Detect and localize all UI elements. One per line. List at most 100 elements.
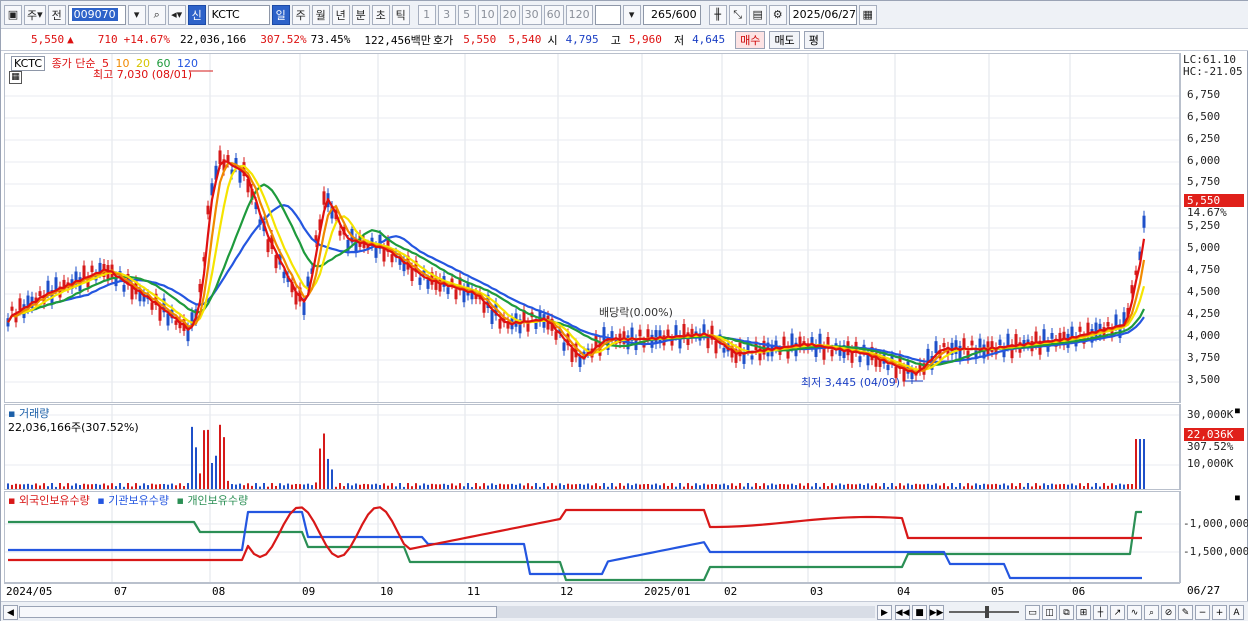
- candle-body: [498, 318, 502, 329]
- trend-icon[interactable]: ↗: [1110, 605, 1125, 620]
- window-icon[interactable]: ⧉: [1059, 605, 1074, 620]
- interval-5[interactable]: 5: [457, 4, 476, 25]
- volume-bar: [259, 486, 261, 489]
- indicator-icon[interactable]: ⤡: [728, 4, 747, 25]
- scroll-right-icon[interactable]: ▶: [877, 605, 892, 620]
- period-select[interactable]: 주 ▾: [24, 4, 46, 25]
- code-dropdown-icon[interactable]: ▾: [127, 4, 146, 25]
- volume-bar: [999, 484, 1001, 489]
- zoom-out-icon[interactable]: −: [1195, 605, 1210, 620]
- holdings-legend: ▪ 외국인보유수량 ▪ 기관보유수량 ▪ 개인보유수량: [8, 492, 248, 508]
- current-price: 5,550: [31, 33, 65, 46]
- interval-120[interactable]: 120: [565, 4, 593, 25]
- volume-bar: [707, 484, 709, 489]
- interval-60[interactable]: 60: [543, 4, 564, 25]
- draw-icon[interactable]: ∿: [1127, 605, 1142, 620]
- candle-body: [266, 239, 270, 253]
- volume-bar: [387, 485, 389, 489]
- ma-20-line: [7, 164, 1146, 372]
- rewind-icon[interactable]: ◀◀: [895, 605, 910, 620]
- zoom-in-icon[interactable]: +: [1212, 605, 1227, 620]
- tab-week[interactable]: 주: [291, 4, 310, 25]
- magnify-icon[interactable]: ⌕: [1144, 605, 1159, 620]
- crosshair-icon[interactable]: ┼: [1093, 605, 1108, 620]
- volume-bar: [919, 484, 921, 489]
- candle-icon[interactable]: ╫: [708, 4, 727, 25]
- scroll-thumb[interactable]: [19, 606, 497, 618]
- tab-year[interactable]: 년: [331, 4, 350, 25]
- volume-bar: [903, 485, 905, 489]
- buy-button[interactable]: 매수: [735, 30, 766, 49]
- interval-1[interactable]: 1: [417, 4, 436, 25]
- grid-toggle-icon[interactable]: ▦: [9, 71, 22, 84]
- sell-button[interactable]: 매도: [769, 30, 800, 49]
- calendar-icon[interactable]: ▦: [858, 4, 877, 25]
- volume-panel[interactable]: ▪ 거래량 22,036,166주(307.52%): [4, 404, 1180, 490]
- interval-custom-input[interactable]: [594, 4, 621, 25]
- panel-close-icon[interactable]: ■: [1235, 493, 1240, 502]
- stop-icon[interactable]: ■: [912, 605, 927, 620]
- tab-tick[interactable]: 틱: [391, 4, 410, 25]
- volume-bar: [239, 483, 241, 489]
- volume-bar: [843, 484, 845, 489]
- volume-bar: [727, 485, 729, 489]
- volume-bar: [555, 485, 557, 489]
- eval-button[interactable]: 평: [803, 30, 824, 49]
- price-chart[interactable]: [5, 54, 1179, 402]
- layout-icon[interactable]: ▭: [1025, 605, 1040, 620]
- split-icon[interactable]: ◫: [1042, 605, 1057, 620]
- tab-second[interactable]: 초: [371, 4, 390, 25]
- volume-bar: [79, 484, 81, 489]
- volume-bar: [895, 486, 897, 489]
- volume-bar: [1019, 483, 1021, 489]
- link-icon[interactable]: ⊘: [1161, 605, 1176, 620]
- interval-10[interactable]: 10: [477, 4, 498, 25]
- volume-bar: [379, 485, 381, 489]
- volume-bar: [1071, 483, 1073, 489]
- date-tick: 07: [114, 585, 128, 598]
- scroll-left-icon[interactable]: ◀: [3, 605, 18, 620]
- volume-bar: [667, 485, 669, 489]
- volume-bar: [507, 484, 509, 489]
- panel-close-icon[interactable]: ■: [1235, 406, 1240, 415]
- price-chart-panel[interactable]: KCTC 종가 단순 5 10 20 60 120 최고 7,030 (08/0…: [4, 53, 1180, 403]
- volume-bar: [691, 485, 693, 489]
- volume-bar: [699, 485, 701, 489]
- zoom-handle[interactable]: [985, 606, 989, 618]
- volume-bar: [855, 484, 857, 489]
- forward-icon[interactable]: ▶▶: [929, 605, 944, 620]
- tab-minute[interactable]: 분: [351, 4, 370, 25]
- tab-day[interactable]: 일: [271, 4, 290, 25]
- pen-icon[interactable]: ✎: [1178, 605, 1193, 620]
- date-input[interactable]: 2025/06/27: [788, 4, 857, 25]
- grid-icon[interactable]: ⊞: [1076, 605, 1091, 620]
- candle-body: [454, 289, 458, 300]
- volume-bar: [183, 485, 185, 489]
- search-icon[interactable]: ⌕: [147, 4, 166, 25]
- stock-code-input[interactable]: 009070: [67, 4, 126, 25]
- font-icon[interactable]: A: [1229, 605, 1244, 620]
- settings-icon[interactable]: ⚙: [768, 4, 787, 25]
- chart-menu-icon[interactable]: ▣: [4, 4, 22, 25]
- interval-30[interactable]: 30: [521, 4, 542, 25]
- interval-20[interactable]: 20: [499, 4, 520, 25]
- volume-bar: [991, 484, 993, 489]
- candle-body: [218, 150, 222, 165]
- speaker-icon[interactable]: ◂▾: [167, 4, 186, 25]
- interval-dropdown-icon[interactable]: ▾: [622, 4, 641, 25]
- save-icon[interactable]: ▤: [748, 4, 767, 25]
- trade-amount: 122,456백만: [364, 33, 431, 47]
- price-tick: 4,500: [1187, 285, 1221, 298]
- holdings-panel[interactable]: ▪ 외국인보유수량 ▪ 기관보유수량 ▪ 개인보유수량: [4, 491, 1180, 583]
- volume-bar: [603, 483, 605, 489]
- count-input[interactable]: 265/600: [642, 4, 701, 25]
- chart-scrollbar[interactable]: ◀ ▶ ◀◀ ■ ▶▶ ▭ ◫ ⧉ ⊞ ┼ ↗ ∿ ⌕ ⊘ ✎ − + A: [1, 601, 1248, 621]
- stock-name-field[interactable]: KCTC: [207, 4, 270, 25]
- volume-bar: [891, 483, 893, 489]
- interval-3[interactable]: 3: [437, 4, 456, 25]
- prefix-button[interactable]: 전: [47, 4, 66, 25]
- zoom-slider[interactable]: [949, 611, 1019, 613]
- volume-bar: [1055, 484, 1057, 489]
- volume-chart[interactable]: [5, 405, 1179, 489]
- tab-month[interactable]: 월: [311, 4, 330, 25]
